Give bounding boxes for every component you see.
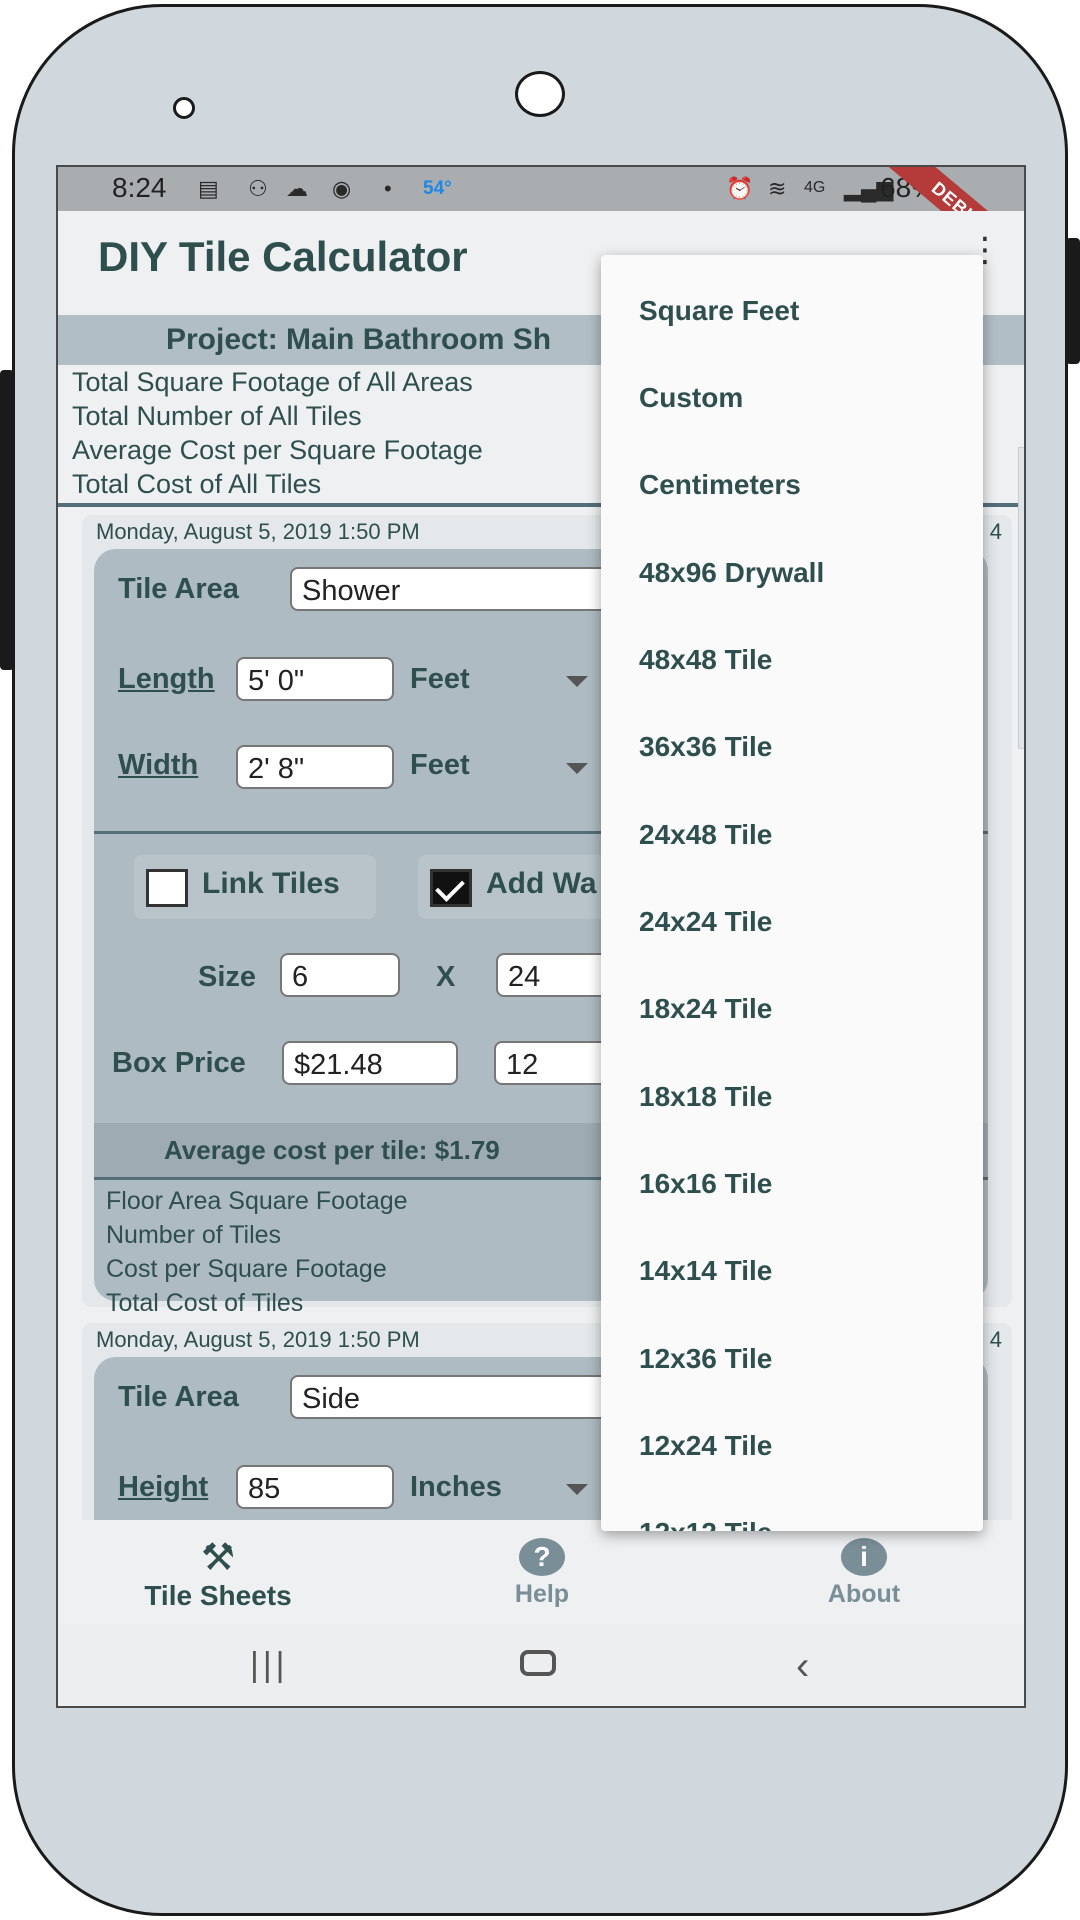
back-icon[interactable]: ‹ — [796, 1644, 809, 1689]
chevron-down-icon[interactable] — [566, 676, 588, 687]
menu-item-12x24-tile[interactable]: 12x24 Tile — [639, 1430, 969, 1462]
nav-help[interactable]: ? Help — [452, 1538, 632, 1609]
card-date-fragment: 4 — [989, 519, 1002, 544]
wifi-icon: ≋ — [768, 176, 787, 201]
height-label[interactable]: Height — [118, 1471, 208, 1504]
info-icon: i — [841, 1538, 887, 1576]
height-input[interactable]: 85 — [236, 1465, 394, 1509]
menu-item-48x96-drywall[interactable]: 48x96 Drywall — [639, 557, 969, 589]
cloud-icon: ☁ — [286, 176, 308, 201]
card-date-fragment: 4 — [989, 1327, 1002, 1352]
stat-row: Number of Tiles — [106, 1221, 282, 1249]
box-price-label: Box Price — [112, 1047, 246, 1079]
add-waste-checkbox[interactable] — [430, 869, 472, 907]
volume-button — [0, 370, 14, 670]
link-tiles-checkbox[interactable] — [146, 869, 188, 907]
nav-tile-sheets[interactable]: ⚒ Tile Sheets — [118, 1538, 318, 1612]
menu-item-48x48-tile[interactable]: 48x48 Tile — [639, 644, 969, 676]
summary-row: Total Square Footage of All Areas — [72, 367, 473, 397]
tile-area-label: Tile Area — [118, 1381, 239, 1413]
width-label[interactable]: Width — [118, 749, 198, 782]
menu-item-custom[interactable]: Custom — [639, 382, 969, 414]
game-icon: ⚇ — [248, 176, 268, 201]
dot-icon: • — [384, 176, 392, 201]
help-icon: ? — [519, 1538, 565, 1576]
menu-item-18x18-tile[interactable]: 18x18 Tile — [639, 1081, 969, 1113]
menu-item-24x48-tile[interactable]: 24x48 Tile — [639, 819, 969, 851]
status-temperature: 54° — [423, 178, 452, 199]
chevron-down-icon[interactable] — [566, 763, 588, 774]
menu-item-18x24-tile[interactable]: 18x24 Tile — [639, 993, 969, 1025]
width-input[interactable]: 2' 8" — [236, 745, 394, 789]
summary-row: Total Cost of All Tiles — [72, 469, 322, 499]
project-title: Project: Main Bathroom Sh — [166, 323, 552, 356]
size-x-label: X — [436, 961, 456, 993]
menu-item-centimeters[interactable]: Centimeters — [639, 469, 969, 501]
size-width-input[interactable]: 6 — [280, 953, 400, 997]
length-input[interactable]: 5' 0" — [236, 657, 394, 701]
menu-item-14x14-tile[interactable]: 14x14 Tile — [639, 1255, 969, 1287]
tile-area-label: Tile Area — [118, 573, 239, 605]
menu-item-24x24-tile[interactable]: 24x24 Tile — [639, 906, 969, 938]
home-icon[interactable] — [520, 1650, 556, 1676]
proximity-sensor — [173, 97, 195, 119]
menu-item-16x16-tile[interactable]: 16x16 Tile — [639, 1168, 969, 1200]
card-date: Monday, August 5, 2019 1:50 PM — [96, 519, 420, 544]
average-cost-text: Average cost per tile: $1.79 — [164, 1135, 500, 1165]
stat-row: Floor Area Square Footage — [106, 1187, 408, 1215]
system-navigation-bar: ||| ‹ — [58, 1624, 1024, 1706]
menu-item-12x36-tile[interactable]: 12x36 Tile — [639, 1343, 969, 1375]
nav-label: About — [827, 1580, 901, 1608]
status-time: 8:24 — [112, 172, 167, 203]
length-label[interactable]: Length — [118, 663, 215, 696]
project-summary: Total Square Footage of All Areas Total … — [72, 365, 483, 501]
tools-icon: ⚒ — [200, 1537, 236, 1579]
link-tiles-toggle[interactable]: Link Tiles — [134, 855, 376, 919]
card-date: Monday, August 5, 2019 1:50 PM — [96, 1327, 420, 1352]
stat-row: Total Cost of Tiles — [106, 1289, 304, 1317]
status-bar: 8:24 ▤ ⚇ ☁ ◉ • 54° ⏰ ≋ 4G ▂▄▆ 68% DEBUG — [58, 167, 1024, 294]
app-title: DIY Tile Calculator — [98, 233, 468, 280]
height-unit-select[interactable]: Inches — [410, 1471, 502, 1504]
size-label: Size — [198, 961, 257, 993]
add-waste-label: Add Wa — [486, 867, 597, 900]
app-screen: 8:24 ▤ ⚇ ☁ ◉ • 54° ⏰ ≋ 4G ▂▄▆ 68% DEBUG … — [56, 165, 1026, 1708]
scrollbar[interactable] — [1018, 447, 1024, 749]
menu-item-12x12-tile[interactable]: 12x12 Tile — [639, 1517, 969, 1531]
bottom-navigation: ⚒ Tile Sheets ? Help i About — [58, 1520, 1024, 1624]
box-price-input[interactable]: $21.48 — [282, 1041, 458, 1085]
stat-row: Cost per Square Footage — [106, 1255, 387, 1283]
power-button — [1066, 238, 1080, 364]
recent-apps-icon[interactable]: ||| — [250, 1646, 289, 1685]
summary-row: Total Number of All Tiles — [72, 401, 362, 431]
nav-label: Help — [514, 1580, 570, 1608]
nav-about[interactable]: i About — [774, 1538, 954, 1609]
unit-dropdown-menu: Square Feet Custom Centimeters 48x96 Dry… — [601, 255, 983, 1531]
summary-row: Average Cost per Square Footage — [72, 435, 483, 465]
front-camera — [515, 71, 565, 117]
chevron-down-icon[interactable] — [566, 1484, 588, 1495]
network-type-icon: 4G — [804, 179, 826, 196]
download-icon: ◉ — [332, 176, 352, 201]
width-unit-select[interactable]: Feet — [410, 749, 470, 782]
news-icon: ▤ — [198, 176, 219, 201]
nav-label: Tile Sheets — [144, 1580, 292, 1611]
menu-item-36x36-tile[interactable]: 36x36 Tile — [639, 731, 969, 763]
link-tiles-label: Link Tiles — [202, 867, 340, 900]
length-unit-select[interactable]: Feet — [410, 663, 470, 696]
menu-item-square-feet[interactable]: Square Feet — [639, 295, 969, 327]
alarm-icon: ⏰ — [726, 176, 754, 201]
overflow-menu-icon[interactable]: ⋮ — [968, 233, 1002, 267]
